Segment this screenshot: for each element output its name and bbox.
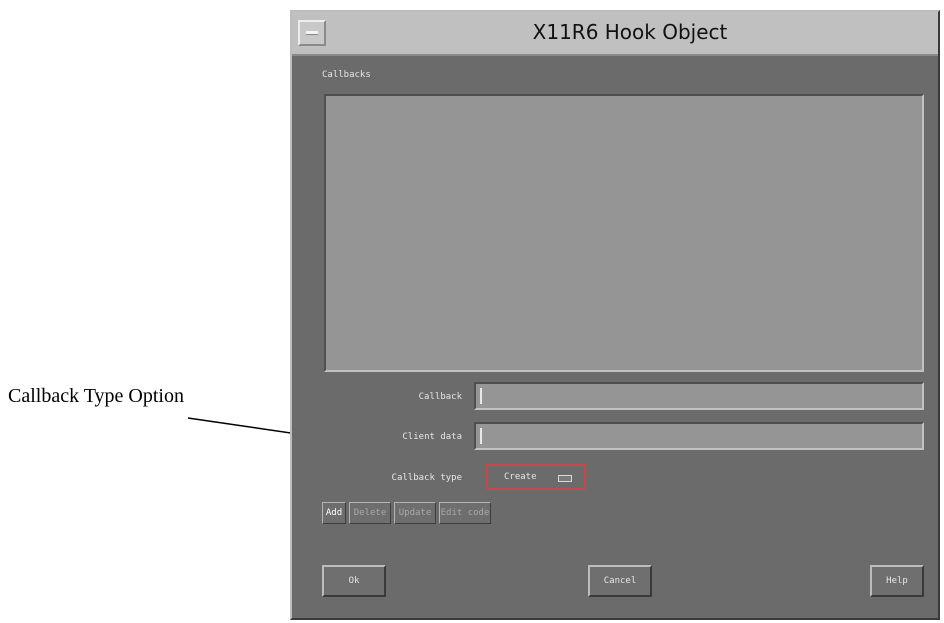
callback-type-option-menu[interactable]: Create bbox=[486, 464, 586, 490]
delete-button[interactable]: Delete bbox=[349, 502, 391, 524]
callbacks-label: Callbacks bbox=[322, 70, 371, 80]
callback-field[interactable] bbox=[474, 382, 924, 410]
callback-type-label: Callback type bbox=[391, 473, 462, 483]
window-title: X11R6 Hook Object bbox=[532, 20, 728, 44]
title-bar[interactable]: X11R6 Hook Object bbox=[292, 12, 938, 56]
callbacks-list[interactable] bbox=[324, 94, 924, 372]
ok-button[interactable]: Ok bbox=[322, 565, 386, 597]
cancel-button[interactable]: Cancel bbox=[588, 565, 652, 597]
update-button[interactable]: Update bbox=[394, 502, 436, 524]
text-cursor-icon bbox=[480, 428, 482, 444]
client-data-label: Client data bbox=[402, 432, 462, 442]
add-button[interactable]: Add bbox=[322, 502, 346, 524]
hook-object-dialog: X11R6 Hook Object Callbacks Callback Cli… bbox=[290, 10, 940, 620]
callback-label: Callback bbox=[418, 392, 462, 402]
window-menu-button[interactable] bbox=[298, 20, 326, 46]
window-menu-icon bbox=[306, 31, 318, 35]
edit-code-button[interactable]: Edit code bbox=[439, 502, 491, 524]
annotation-label: Callback Type Option bbox=[8, 385, 184, 407]
callback-type-value: Create bbox=[504, 472, 537, 482]
option-menu-indicator-icon bbox=[558, 475, 572, 482]
help-button[interactable]: Help bbox=[870, 565, 924, 597]
text-cursor-icon bbox=[480, 388, 482, 404]
client-data-field[interactable] bbox=[474, 422, 924, 450]
